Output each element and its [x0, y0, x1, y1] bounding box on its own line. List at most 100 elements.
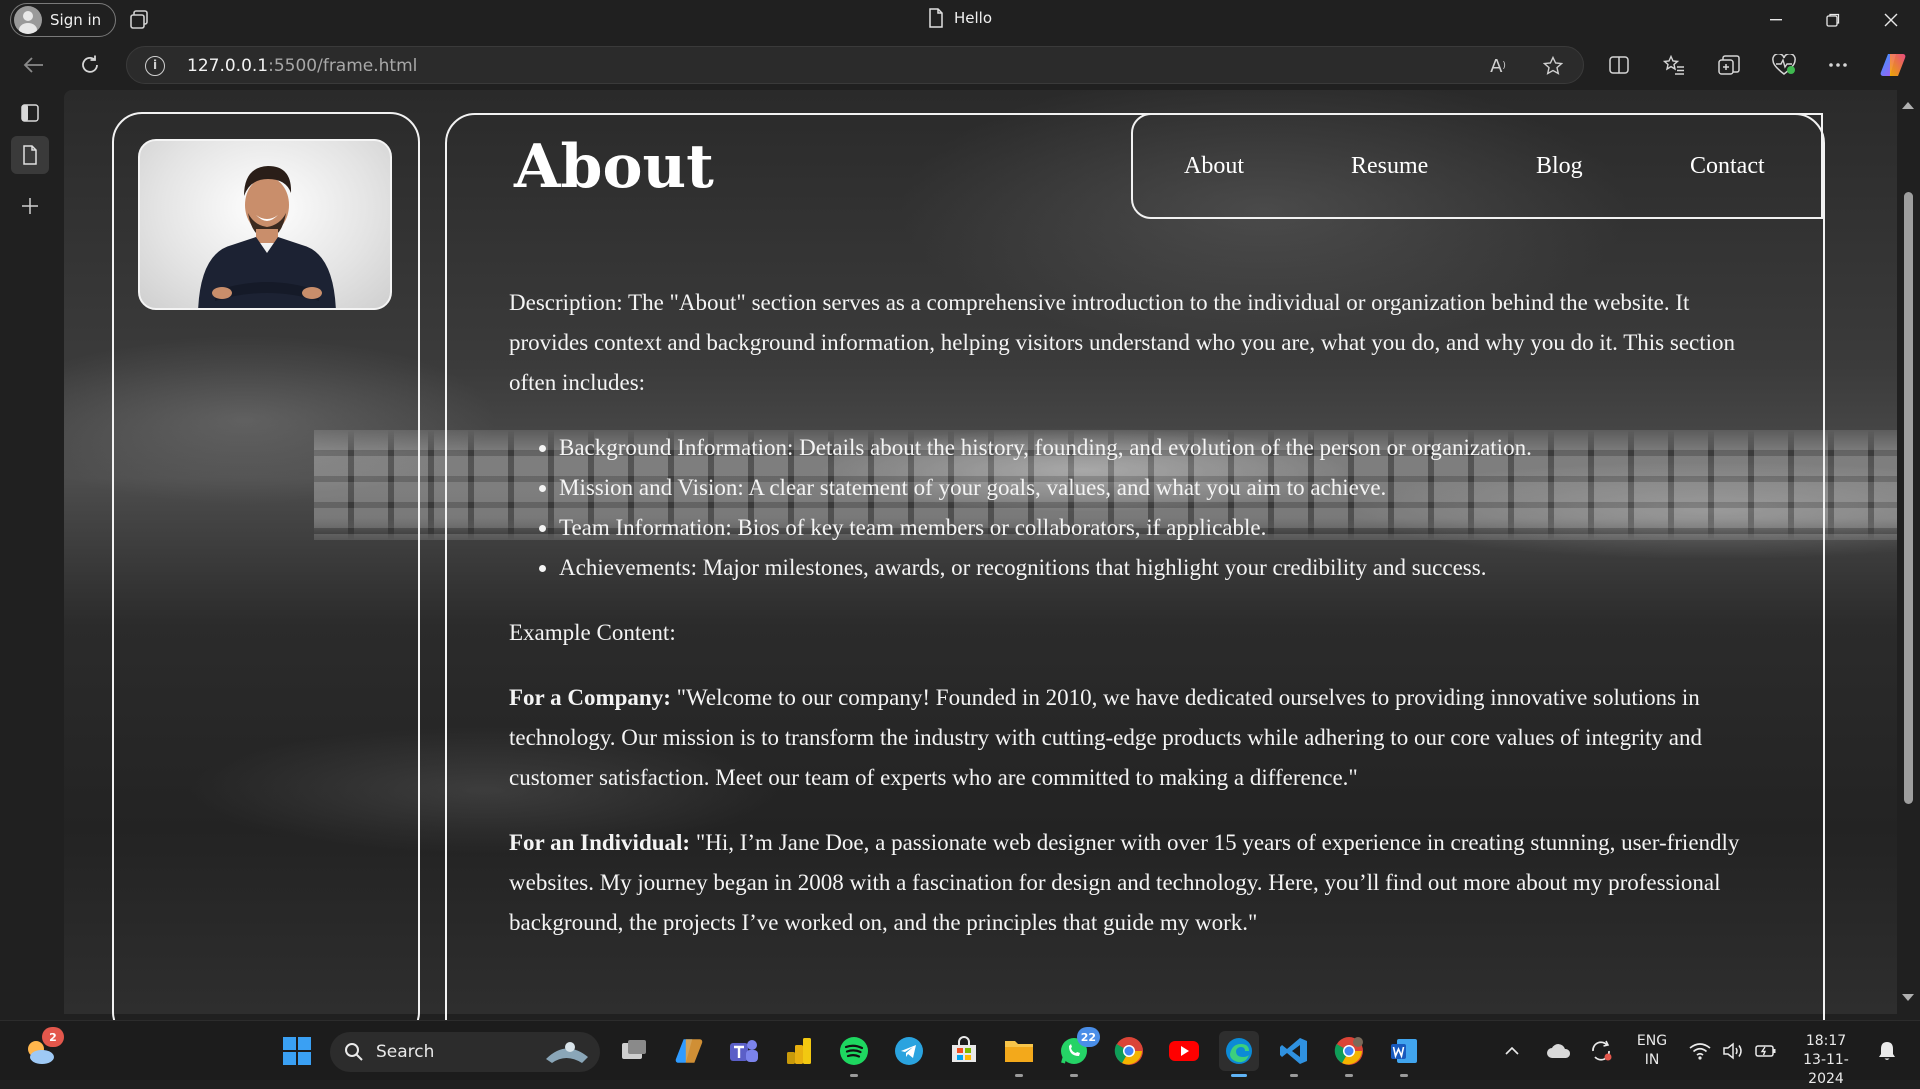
split-screen-icon[interactable] — [1601, 48, 1637, 82]
new-tab-icon[interactable] — [11, 187, 49, 225]
company-label: For a Company: — [509, 685, 671, 710]
list-item: Team Information: Bios of key team membe… — [559, 508, 1769, 548]
teams-icon[interactable] — [724, 1031, 764, 1071]
youtube-icon[interactable] — [1164, 1031, 1204, 1071]
workspaces-icon[interactable] — [128, 9, 150, 31]
scroll-up-icon[interactable] — [1902, 102, 1914, 109]
search-label: Search — [376, 1042, 435, 1062]
notifications-icon[interactable] — [1872, 1031, 1902, 1071]
vscode-icon[interactable] — [1274, 1031, 1314, 1077]
nav-blog-link[interactable]: Blog — [1536, 153, 1583, 180]
running-indicator — [1015, 1074, 1023, 1077]
description-paragraph: Description: The "About" section serves … — [509, 290, 1736, 395]
spotify-icon[interactable] — [834, 1031, 874, 1077]
back-icon[interactable] — [16, 48, 52, 82]
browser-essentials-icon[interactable] — [1766, 48, 1802, 82]
navigation-bar: i 127.0.0.1:5500/frame.html A) — [0, 40, 1920, 90]
clock-date: 13-11-2024 — [1803, 1052, 1849, 1087]
restore-icon[interactable] — [1806, 0, 1860, 40]
close-icon[interactable] — [1864, 0, 1918, 40]
running-indicator — [850, 1074, 858, 1077]
word-icon[interactable] — [1384, 1031, 1424, 1077]
power-bi-icon[interactable] — [779, 1031, 819, 1071]
whatsapp-badge: 22 — [1076, 1027, 1100, 1047]
individual-text: "Hi, I’m Jane Doe, a passionate web desi… — [509, 830, 1740, 935]
scrollbar-thumb[interactable] — [1904, 192, 1913, 804]
minimize-icon[interactable] — [1749, 0, 1803, 40]
site-info-icon[interactable]: i — [145, 56, 165, 76]
favorite-star-icon[interactable] — [1540, 53, 1566, 79]
refresh-icon[interactable] — [72, 48, 108, 82]
running-indicator — [1070, 1074, 1078, 1077]
page-icon — [929, 8, 943, 28]
quick-settings[interactable] — [1683, 1031, 1783, 1071]
individual-label: For an Individual: — [509, 830, 691, 855]
includes-list: Background Information: Details about th… — [509, 428, 1769, 588]
running-indicator — [1290, 1074, 1298, 1077]
nav-resume-link[interactable]: Resume — [1351, 153, 1428, 180]
example-heading: Example Content: — [509, 620, 676, 645]
person-illustration — [198, 166, 336, 308]
onedrive-icon[interactable] — [1544, 1031, 1574, 1071]
company-example: For a Company: "Welcome to our company! … — [509, 678, 1769, 798]
list-item: Background Information: Details about th… — [559, 428, 1769, 468]
search-highlight-icon — [546, 1042, 588, 1063]
show-hidden-icons-icon[interactable] — [1502, 1031, 1522, 1071]
chrome-icon[interactable] — [1109, 1031, 1149, 1071]
tab-actions-icon[interactable] — [11, 94, 49, 132]
vertical-tab-hello[interactable] — [11, 136, 49, 174]
page-icon — [23, 145, 37, 165]
sign-in-button[interactable]: Sign in — [10, 3, 117, 37]
collections-icon[interactable] — [1711, 48, 1747, 82]
company-text: "Welcome to our company! Founded in 2010… — [509, 685, 1702, 790]
sign-in-label: Sign in — [50, 11, 102, 29]
sync-icon[interactable] — [1586, 1031, 1616, 1071]
copilot-icon[interactable] — [1875, 48, 1911, 82]
url-text[interactable]: 127.0.0.1:5500/frame.html — [187, 56, 417, 76]
battery-icon — [1755, 1045, 1776, 1057]
nav-about-link[interactable]: About — [1184, 153, 1244, 180]
tab-title[interactable]: Hello — [928, 8, 992, 28]
read-aloud-icon[interactable]: A) — [1485, 53, 1511, 79]
tab-title-text: Hello — [954, 9, 993, 27]
nav-contact-link[interactable]: Contact — [1690, 153, 1765, 180]
copilot-app-icon[interactable] — [669, 1031, 709, 1071]
vertical-tabs-sidebar — [0, 90, 60, 1018]
wifi-icon — [1689, 1043, 1711, 1060]
file-explorer-icon[interactable] — [999, 1031, 1039, 1077]
scroll-down-icon[interactable] — [1902, 994, 1914, 1001]
list-item: Mission and Vision: A clear statement of… — [559, 468, 1769, 508]
edge-icon[interactable] — [1219, 1031, 1259, 1077]
running-indicator — [1231, 1074, 1247, 1077]
url-path: :5500/frame.html — [268, 56, 418, 76]
start-icon[interactable] — [277, 1031, 317, 1071]
telegram-icon[interactable] — [889, 1031, 929, 1071]
profile-photo — [138, 139, 392, 310]
running-indicator — [1345, 1074, 1353, 1077]
clock-time: 18:17 — [1805, 1033, 1847, 1049]
profile-icon — [14, 6, 42, 34]
clock[interactable]: 18:17 13-11-2024 — [1786, 1032, 1866, 1089]
weather-icon[interactable]: 2 — [20, 1027, 64, 1071]
title-bar: Sign in Hello — [0, 0, 1920, 40]
url-host: 127.0.0.1 — [187, 56, 269, 76]
search-icon — [345, 1043, 363, 1061]
volume-icon — [1723, 1042, 1742, 1060]
chrome-profile-icon[interactable] — [1329, 1031, 1369, 1077]
microsoft-store-icon[interactable] — [944, 1031, 984, 1071]
about-content: Description: The "About" section serves … — [509, 283, 1769, 968]
more-icon[interactable] — [1820, 48, 1856, 82]
region-code: IN — [1644, 1052, 1660, 1068]
taskbar-search[interactable]: Search — [330, 1032, 600, 1072]
page-title: About — [514, 132, 714, 202]
address-bar[interactable]: i 127.0.0.1:5500/frame.html A) — [126, 46, 1584, 84]
language-indicator[interactable]: ENG IN — [1632, 1032, 1672, 1070]
page-scrollbar[interactable] — [1897, 90, 1920, 1018]
favorites-icon[interactable] — [1656, 48, 1692, 82]
task-view-icon[interactable] — [614, 1031, 654, 1071]
individual-example: For an Individual: "Hi, I’m Jane Doe, a … — [509, 823, 1769, 943]
running-indicator — [1400, 1074, 1408, 1077]
list-item: Achievements: Major milestones, awards, … — [559, 548, 1769, 588]
whatsapp-icon[interactable]: 22 — [1054, 1027, 1100, 1077]
language-code: ENG — [1636, 1033, 1668, 1049]
